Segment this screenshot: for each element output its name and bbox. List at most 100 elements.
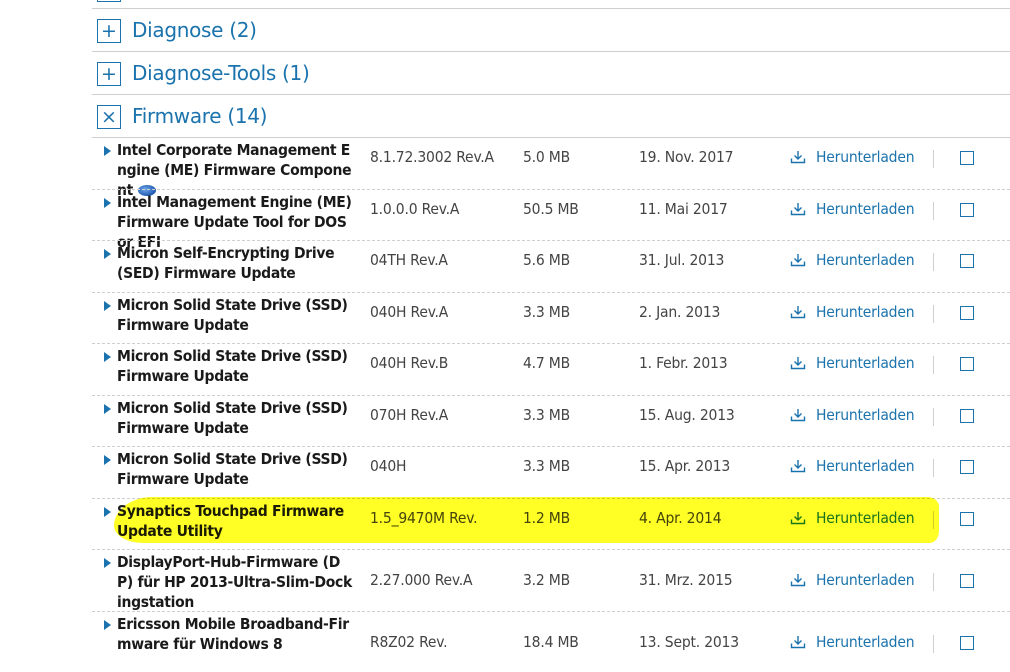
category-toggle-partial[interactable]: [97, 0, 121, 2]
download-icon: [790, 356, 806, 370]
category-title[interactable]: Firmware (14): [132, 104, 267, 128]
download-link[interactable]: Herunterladen: [790, 200, 915, 218]
download-icon: [790, 150, 806, 164]
firmware-row: Micron Solid State Drive (SSD) Firmware …: [92, 293, 1010, 344]
select-checkbox[interactable]: [960, 574, 974, 588]
firmware-name[interactable]: Micron Solid State Drive (SSD) Firmware …: [117, 346, 352, 386]
firmware-row: Ericsson Mobile Broadband-Firmware für W…: [92, 612, 1010, 672]
column-divider: [933, 305, 934, 323]
firmware-size: 5.0 MB: [523, 148, 570, 166]
firmware-name[interactable]: Synaptics Touchpad Firmware Update Utili…: [117, 501, 352, 541]
category-title[interactable]: Diagnose-Tools (1): [132, 61, 310, 85]
expand-arrow-icon[interactable]: [104, 301, 111, 311]
firmware-version: 040H: [370, 457, 407, 475]
firmware-row: DisplayPort-Hub-Firmware (DP) für HP 201…: [92, 550, 1010, 612]
download-label[interactable]: Herunterladen: [816, 406, 915, 424]
category-title[interactable]: Diagnose (2): [132, 18, 257, 42]
column-divider: [933, 635, 934, 653]
download-label[interactable]: Herunterladen: [816, 457, 915, 475]
firmware-version: 040H Rev.B: [370, 354, 449, 372]
download-link[interactable]: Herunterladen: [790, 457, 915, 475]
download-link[interactable]: Herunterladen: [790, 303, 915, 321]
firmware-name[interactable]: Micron Solid State Drive (SSD) Firmware …: [117, 449, 352, 489]
download-label[interactable]: Herunterladen: [816, 571, 915, 589]
download-label[interactable]: Herunterladen: [816, 148, 915, 166]
expand-arrow-icon[interactable]: [104, 558, 111, 568]
firmware-date: 31. Mrz. 2015: [639, 571, 733, 589]
expand-arrow-icon[interactable]: [104, 404, 111, 414]
firmware-row: Micron Solid State Drive (SSD) Firmware …: [92, 396, 1010, 447]
firmware-name[interactable]: Micron Self-Encrypting Drive (SED) Firmw…: [117, 243, 352, 283]
firmware-date: 13. Sept. 2013: [639, 633, 739, 651]
expand-icon[interactable]: +: [97, 19, 121, 43]
column-divider: [933, 573, 934, 591]
firmware-version: 070H Rev.A: [370, 406, 449, 424]
expand-icon[interactable]: +: [97, 62, 121, 86]
firmware-date: 4. Apr. 2014: [639, 509, 722, 527]
category-firmware[interactable]: × Firmware (14): [92, 95, 1010, 138]
firmware-version: 1.5_9470M Rev.: [370, 509, 478, 527]
download-link[interactable]: Herunterladen: [790, 633, 915, 651]
firmware-row: Micron Self-Encrypting Drive (SED) Firmw…: [92, 241, 1010, 293]
select-checkbox[interactable]: [960, 460, 974, 474]
firmware-size: 5.6 MB: [523, 251, 570, 269]
column-divider: [933, 511, 934, 529]
select-checkbox[interactable]: [960, 151, 974, 165]
download-label[interactable]: Herunterladen: [816, 303, 915, 321]
firmware-date: 2. Jan. 2013: [639, 303, 721, 321]
download-link[interactable]: Herunterladen: [790, 148, 915, 166]
download-link[interactable]: Herunterladen: [790, 406, 915, 424]
select-checkbox[interactable]: [960, 512, 974, 526]
firmware-row: Synaptics Touchpad Firmware Update Utili…: [92, 499, 1010, 550]
firmware-version: 2.27.000 Rev.A: [370, 571, 473, 589]
firmware-name[interactable]: Micron Solid State Drive (SSD) Firmware …: [117, 295, 352, 335]
collapse-icon[interactable]: ×: [97, 105, 121, 129]
firmware-row: Intel Management Engine (ME) Firmware Up…: [92, 190, 1010, 251]
download-icon: [790, 253, 806, 267]
firmware-version: 8.1.72.3002 Rev.A: [370, 148, 494, 166]
select-checkbox[interactable]: [960, 409, 974, 423]
download-label[interactable]: Herunterladen: [816, 633, 915, 651]
category-diagnose[interactable]: + Diagnose (2): [92, 9, 1010, 52]
firmware-name[interactable]: Ericsson Mobile Broadband-Firmware für W…: [117, 614, 352, 654]
download-link[interactable]: Herunterladen: [790, 571, 915, 589]
firmware-size: 1.2 MB: [523, 509, 570, 527]
expand-arrow-icon[interactable]: [104, 249, 111, 259]
column-divider: [933, 253, 934, 271]
download-link[interactable]: Herunterladen: [790, 509, 915, 527]
column-divider: [933, 408, 934, 426]
category-diagnose-tools[interactable]: + Diagnose-Tools (1): [92, 52, 1010, 95]
download-link[interactable]: Herunterladen: [790, 354, 915, 372]
download-label[interactable]: Herunterladen: [816, 251, 915, 269]
download-icon: [790, 202, 806, 216]
expand-arrow-icon[interactable]: [104, 455, 111, 465]
select-checkbox[interactable]: [960, 203, 974, 217]
expand-arrow-icon[interactable]: [104, 198, 111, 208]
firmware-date: 15. Aug. 2013: [639, 406, 735, 424]
download-icon: [790, 459, 806, 473]
firmware-row: Intel Corporate Management Engine (ME) F…: [92, 138, 1010, 199]
firmware-size: 3.3 MB: [523, 303, 570, 321]
firmware-date: 15. Apr. 2013: [639, 457, 731, 475]
download-link[interactable]: Herunterladen: [790, 251, 915, 269]
expand-arrow-icon[interactable]: [104, 146, 111, 156]
expand-arrow-icon[interactable]: [104, 352, 111, 362]
firmware-size: 4.7 MB: [523, 354, 570, 372]
download-label[interactable]: Herunterladen: [816, 354, 915, 372]
firmware-date: 19. Nov. 2017: [639, 148, 734, 166]
expand-arrow-icon[interactable]: [104, 620, 111, 630]
download-label[interactable]: Herunterladen: [816, 509, 915, 527]
expand-arrow-icon[interactable]: [104, 507, 111, 517]
select-checkbox[interactable]: [960, 636, 974, 650]
firmware-row: Micron Solid State Drive (SSD) Firmware …: [92, 447, 1010, 499]
select-checkbox[interactable]: [960, 254, 974, 268]
firmware-size: 18.4 MB: [523, 633, 579, 651]
column-divider: [933, 150, 934, 168]
select-checkbox[interactable]: [960, 306, 974, 320]
firmware-name[interactable]: DisplayPort-Hub-Firmware (DP) für HP 201…: [117, 552, 352, 612]
firmware-size: 3.2 MB: [523, 571, 570, 589]
download-label[interactable]: Herunterladen: [816, 200, 915, 218]
firmware-name[interactable]: Micron Solid State Drive (SSD) Firmware …: [117, 398, 352, 438]
select-checkbox[interactable]: [960, 357, 974, 371]
firmware-version: 1.0.0.0 Rev.A: [370, 200, 460, 218]
